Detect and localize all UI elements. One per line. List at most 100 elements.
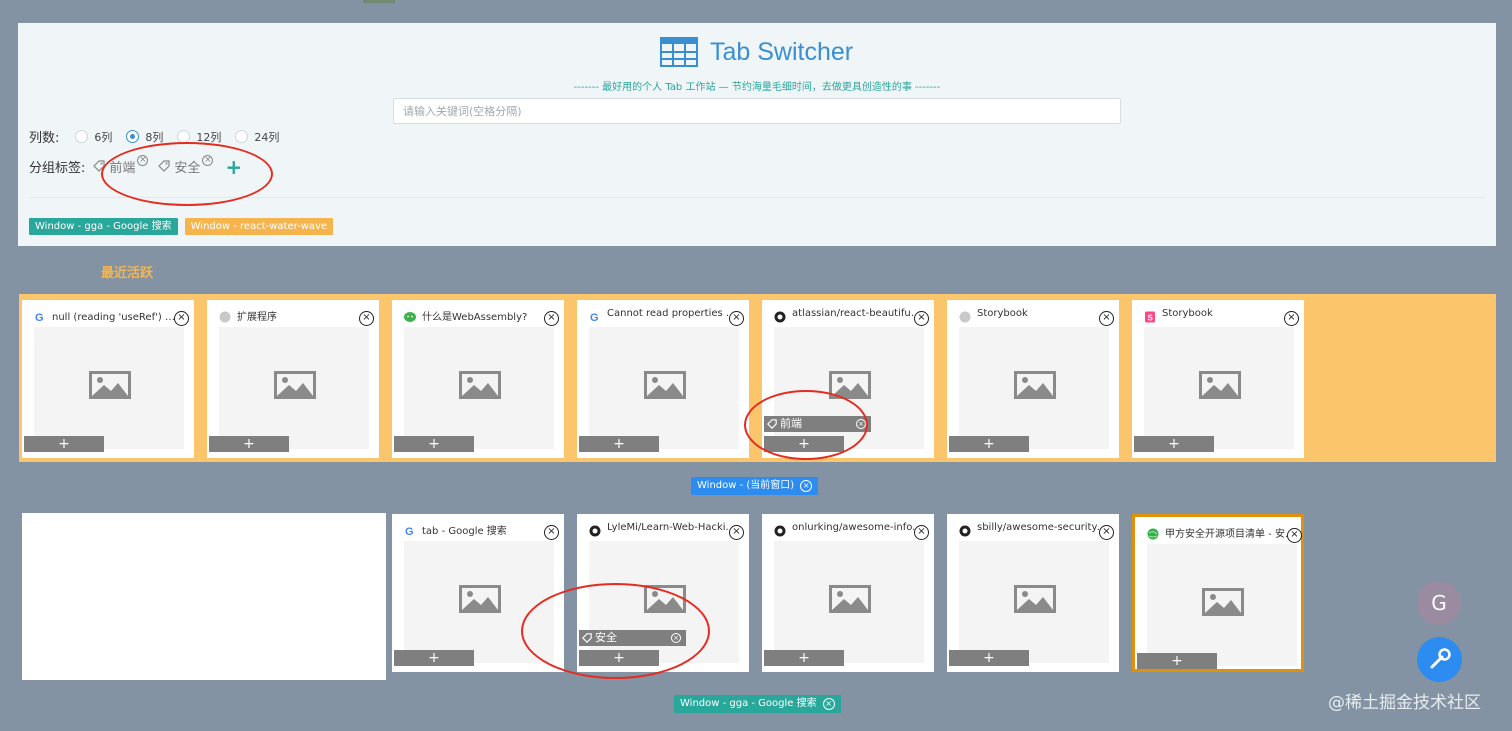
tab-title[interactable]: tab - Google 搜索	[422, 522, 552, 537]
gray-dot-icon	[959, 308, 971, 323]
add-tag-button[interactable]: +	[1134, 436, 1214, 452]
tab-preview-thumbnail[interactable]	[404, 327, 554, 449]
tab-title[interactable]: Storybook	[1162, 308, 1292, 319]
svg-text:S: S	[1148, 314, 1154, 323]
columns-radio-24[interactable]: 24列	[235, 129, 279, 145]
tab-title[interactable]: atlassian/react-beautiful...	[792, 308, 922, 319]
tab-preview-thumbnail[interactable]	[774, 541, 924, 663]
tab-title[interactable]: onlurking/awesome-info...	[792, 522, 922, 533]
tab-preview-thumbnail[interactable]	[1147, 544, 1297, 666]
image-placeholder-icon	[1014, 585, 1056, 613]
gga-window-label[interactable]: Window - gga - Google 搜索 ×	[674, 695, 841, 713]
current-window-label[interactable]: Window - (当前窗口) ×	[691, 477, 819, 495]
close-tab-icon[interactable]: ×	[914, 525, 929, 540]
tab-card[interactable]: Gnull (reading 'useRef') 是... × +	[22, 300, 194, 458]
image-placeholder-icon	[644, 371, 686, 399]
image-placeholder-icon	[1199, 371, 1241, 399]
annotation-circle	[521, 583, 710, 679]
google-icon: G	[404, 522, 416, 538]
tab-preview-thumbnail[interactable]	[34, 327, 184, 449]
tab-title[interactable]: 甲方安全开源项目清单 - 安...	[1165, 525, 1295, 540]
tab-preview-thumbnail[interactable]	[959, 541, 1109, 663]
close-tab-icon[interactable]: ×	[359, 311, 374, 326]
image-placeholder-icon	[1014, 371, 1056, 399]
window-chip-gga[interactable]: Window - gga - Google 搜索	[29, 218, 178, 235]
tab-title[interactable]: 什么是WebAssembly?	[422, 308, 552, 323]
recent-section-title: 最近活跃	[101, 266, 154, 281]
tab-card[interactable]: 甲方安全开源项目清单 - 安... × +	[1132, 514, 1304, 672]
github-icon	[774, 522, 786, 537]
add-tag-button[interactable]: +	[209, 436, 289, 452]
globe-icon	[1147, 525, 1159, 540]
svg-text:G: G	[405, 526, 414, 537]
add-tag-button[interactable]: +	[579, 436, 659, 452]
page-title: Tab Switcher	[710, 37, 854, 66]
close-window-icon[interactable]: ×	[822, 698, 835, 710]
tab-card[interactable]: 什么是WebAssembly? × +	[392, 300, 564, 458]
columns-radio-6[interactable]: 6列	[75, 129, 112, 145]
add-tag-button[interactable]: +	[764, 650, 844, 666]
close-tab-icon[interactable]: ×	[174, 311, 189, 326]
tab-title[interactable]: 扩展程序	[237, 308, 367, 323]
gray-dot-icon	[219, 308, 231, 323]
close-tab-icon[interactable]: ×	[729, 525, 744, 540]
tab-title[interactable]: Cannot read properties o...	[607, 308, 737, 319]
annotation-circle	[744, 390, 868, 460]
google-icon: G	[34, 308, 46, 324]
wechat-icon	[404, 308, 416, 322]
radio-dot[interactable]	[75, 130, 89, 143]
radio-dot[interactable]	[126, 130, 140, 143]
columns-radio-8[interactable]: 8列	[126, 129, 163, 145]
brand: Tab Switcher	[660, 37, 853, 67]
image-placeholder-icon	[89, 371, 131, 399]
close-tab-icon[interactable]: ×	[1099, 311, 1114, 326]
svg-text:G: G	[35, 312, 44, 323]
add-tag-button[interactable]: +	[24, 436, 104, 452]
divider	[29, 197, 1485, 198]
close-tab-icon[interactable]: ×	[914, 311, 929, 326]
tab-card[interactable]: S Storybook × +	[1132, 300, 1304, 458]
close-tab-icon[interactable]: ×	[729, 311, 744, 326]
tab-title[interactable]: Storybook	[977, 308, 1107, 319]
tab-title[interactable]: LyleMi/Learn-Web-Hacki...	[607, 522, 737, 533]
watermark: @稀土掘金技术社区	[1328, 693, 1481, 713]
search-input[interactable]	[393, 98, 1121, 124]
tab-card[interactable]: 扩展程序 × +	[207, 300, 379, 458]
close-tab-icon[interactable]: ×	[1284, 311, 1299, 326]
add-tag-button[interactable]: +	[949, 650, 1029, 666]
window-chips: Window - gga - Google 搜索 Window - react-…	[29, 218, 340, 235]
add-tag-button[interactable]: +	[1137, 653, 1217, 669]
add-tag-button[interactable]: +	[394, 650, 474, 666]
avatar-button[interactable]: G	[1417, 581, 1461, 625]
tab-card[interactable]: onlurking/awesome-info... × +	[762, 514, 934, 672]
tab-title[interactable]: sbilly/awesome-security:...	[977, 522, 1107, 533]
group-tags-label: 分组标签:	[29, 161, 86, 176]
tab-card[interactable]: Storybook × +	[947, 300, 1119, 458]
tab-title[interactable]: null (reading 'useRef') 是...	[52, 308, 182, 323]
grid-table-icon	[660, 37, 698, 67]
tab-preview-thumbnail[interactable]	[219, 327, 369, 449]
annotation-circle	[101, 142, 273, 206]
add-tag-button[interactable]: +	[394, 436, 474, 452]
add-tag-button[interactable]: +	[949, 436, 1029, 452]
tab-preview-thumbnail[interactable]	[959, 327, 1109, 449]
google-icon: G	[589, 308, 601, 324]
radio-dot[interactable]	[235, 130, 249, 143]
tab-preview-thumbnail[interactable]	[1144, 327, 1294, 449]
close-tab-icon[interactable]: ×	[544, 311, 559, 326]
close-window-icon[interactable]: ×	[800, 480, 813, 492]
close-tab-icon[interactable]: ×	[1287, 528, 1302, 543]
svg-text:G: G	[590, 312, 599, 323]
close-tab-icon[interactable]: ×	[1099, 525, 1114, 540]
tab-preview-thumbnail[interactable]	[589, 327, 739, 449]
window-chip-react-water-wave[interactable]: Window - react-water-wave	[184, 218, 334, 235]
settings-button[interactable]	[1417, 637, 1462, 682]
github-icon	[589, 522, 601, 537]
slogan: ------- 最好用的个人 Tab 工作站 — 节约海量毛细时间，去做更具创造…	[573, 82, 941, 93]
tab-card[interactable]: G Cannot read properties o... × +	[577, 300, 749, 458]
close-tab-icon[interactable]: ×	[544, 525, 559, 540]
header-panel: Tab Switcher ------- 最好用的个人 Tab 工作站 — 节约…	[18, 23, 1496, 246]
top-edge-marker	[363, 0, 395, 3]
tab-card[interactable]: sbilly/awesome-security:... × +	[947, 514, 1119, 672]
github-icon	[774, 308, 786, 323]
